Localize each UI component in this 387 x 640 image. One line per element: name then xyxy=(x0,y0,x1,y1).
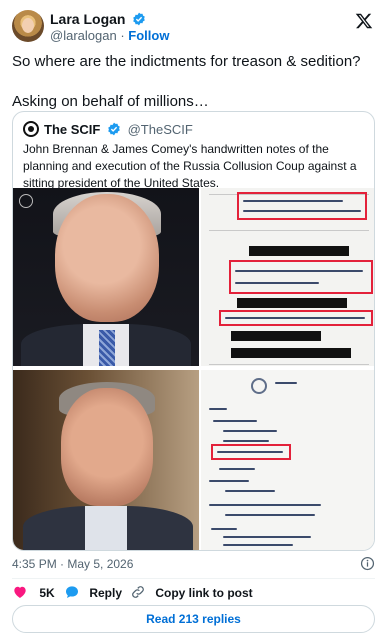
read-replies-button[interactable]: Read 213 replies xyxy=(12,605,375,633)
comey-notes-image[interactable] xyxy=(201,370,374,550)
scif-logo-icon xyxy=(19,194,33,208)
reply-bubble-icon xyxy=(66,586,78,598)
tweet-line: Asking on behalf of millions… xyxy=(12,93,209,110)
info-icon[interactable] xyxy=(360,556,375,571)
quoted-author: The SCIF @TheSCIF xyxy=(44,122,193,137)
divider xyxy=(12,578,375,579)
verified-badge-icon xyxy=(108,122,120,136)
tweet-card: Lara Logan @laralogan · Follow So where … xyxy=(0,0,387,640)
quoted-media-grid[interactable]: X @TheSCIF xyxy=(13,188,374,550)
quoted-avatar xyxy=(23,121,39,137)
copy-link-label: Copy link to post xyxy=(155,586,253,600)
separator: · xyxy=(120,28,125,43)
verified-badge-icon xyxy=(133,12,146,26)
quoted-text: John Brennan & James Comey's handwritten… xyxy=(23,142,357,190)
tweet-header: Lara Logan @laralogan · Follow xyxy=(12,10,375,44)
author-avatar[interactable] xyxy=(12,10,44,42)
reply-label: Reply xyxy=(89,586,123,600)
author-handle-row: @laralogan · Follow xyxy=(50,28,169,43)
tweet-line: So where are the indictments for treason… xyxy=(12,53,361,70)
like-count: 5K xyxy=(39,586,55,600)
seal-icon xyxy=(251,378,267,394)
reply-button[interactable]: Reply xyxy=(64,584,122,600)
brennan-notes-image[interactable] xyxy=(201,188,374,366)
author-name[interactable]: Lara Logan xyxy=(50,11,146,27)
like-button[interactable]: 5K xyxy=(12,584,55,600)
link-icon xyxy=(132,586,144,598)
copy-link-button[interactable]: Copy link to post xyxy=(130,584,253,600)
quoted-author-name: The SCIF xyxy=(44,122,101,137)
comey-photo[interactable] xyxy=(13,370,199,550)
x-logo-icon[interactable] xyxy=(355,12,373,30)
brennan-photo[interactable] xyxy=(13,188,199,366)
quoted-handle: @TheSCIF xyxy=(127,122,193,137)
author-handle[interactable]: @laralogan xyxy=(50,28,117,43)
quoted-post[interactable]: The SCIF @TheSCIF John Brennan & James C… xyxy=(12,111,375,551)
heart-icon xyxy=(14,586,26,598)
post-timestamp[interactable]: 4:35 PM · May 5, 2026 xyxy=(12,557,133,571)
follow-button[interactable]: Follow xyxy=(128,28,169,43)
